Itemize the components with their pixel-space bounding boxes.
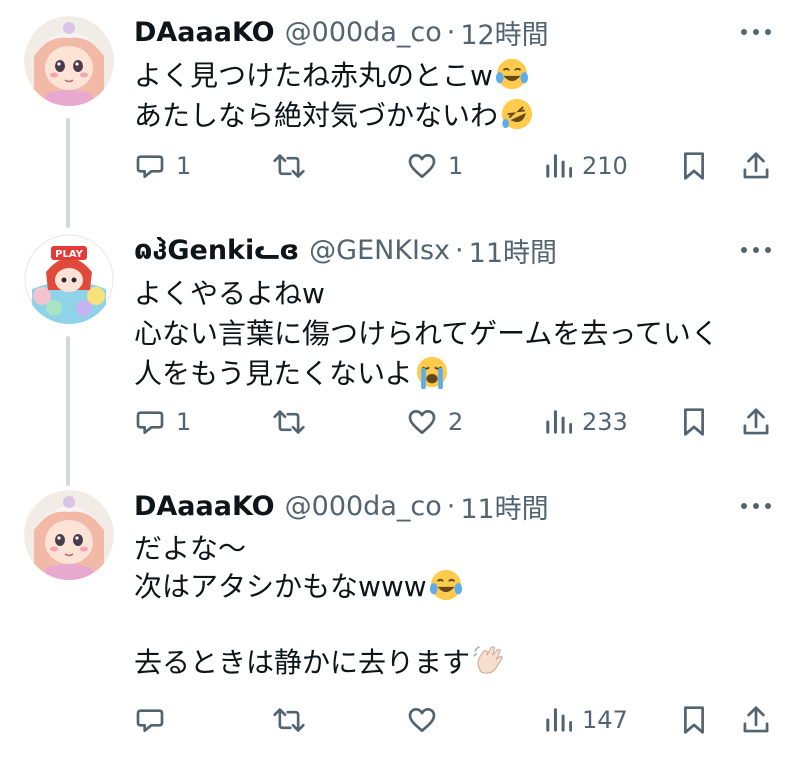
retweet-button[interactable] [272,146,316,186]
tweet-text-line [134,606,506,644]
text-line: 去るときは静かに去ります [134,646,471,679]
avatar[interactable] [24,16,114,106]
tweet-text: だよな〜次はアタシかもなwww 去るときは静かに去ります [134,530,506,682]
reply-button[interactable]: 1 [134,402,191,442]
tears-of-joy-emoji [495,58,528,90]
text-line: あたしなら絶対気づかないわ [134,99,499,132]
tweet-text-line: 心ない言葉に傷つけられてゲームを去っていく [134,314,719,354]
tweet-header: DAaaaKO @000da_co · 12時間 [134,12,549,52]
more-icon[interactable] [736,22,776,42]
tweet-actions: 147 [0,700,800,740]
tweet-text-line: あたしなら絶対気づかないわ [134,96,534,136]
avatar[interactable]: PLAY [24,234,114,324]
like-button[interactable]: 1 [406,146,463,186]
tweet-header: ɷჰGenkiᓚɞ @GENKIsx · 11時間 [134,230,557,270]
tweet-actions: 1 1 210 [0,146,800,186]
display-name[interactable]: DAaaaKO [134,491,275,522]
share-icon [743,408,769,435]
tweet-text-line: よく見つけたね赤丸のとこw [134,56,534,96]
retweet-button[interactable] [272,700,316,740]
share-button[interactable] [741,402,771,442]
tweet-text-line: 去るときは静かに去ります [134,644,506,682]
timestamp[interactable]: 12時間 [460,13,548,52]
bookmark-icon [684,706,704,734]
views-count: 147 [582,706,628,734]
display-name[interactable]: ɷჰGenkiᓚɞ [134,235,299,266]
like-count: 1 [448,152,464,180]
separator-dot: · [446,490,456,522]
waving-hand-emoji [473,646,503,674]
reply-thread: DAaaaKO @000da_co · 12時間 よく見つけたね赤丸のとこw あた… [0,0,800,769]
share-button[interactable] [741,146,771,186]
rolling-on-floor-laughing-emoji [501,98,533,130]
tweet-text-line: 次はアタシかもなwww [134,568,506,606]
user-handle[interactable]: @GENKIsx [309,235,450,266]
tears-of-joy-emoji [429,569,462,601]
user-handle[interactable]: @000da_co [285,17,442,48]
tweet-header: DAaaaKO @000da_co · 11時間 [134,486,549,526]
text-line: よくやるよねw [134,277,325,310]
retweet-icon [273,708,305,732]
display-name[interactable]: DAaaaKO [134,17,275,48]
views-icon [546,154,572,178]
reply-icon [136,411,164,434]
views-count: 210 [582,152,628,180]
like-icon [408,708,436,732]
user-handle[interactable]: @000da_co [285,491,442,522]
timestamp[interactable]: 11時間 [469,231,557,270]
retweet-icon [273,154,305,178]
like-icon [408,410,436,434]
views-icon [546,708,572,732]
like-icon [408,154,436,178]
reply-count: 1 [176,408,192,436]
text-line: よく見つけたね赤丸のとこw [134,59,493,92]
tweet-text-line: だよな〜 [134,530,506,568]
tweet[interactable]: DAaaaKO @000da_co · 11時間 だよな〜次はアタシかもなwww… [0,486,800,756]
views-button[interactable]: 210 [544,146,628,186]
more-icon[interactable] [736,240,776,260]
reply-icon [136,155,164,178]
tweet[interactable]: DAaaaKO @000da_co · 12時間 よく見つけたね赤丸のとこw あた… [0,12,800,202]
tweet-text: よく見つけたね赤丸のとこw あたしなら絶対気づかないわ [134,56,534,136]
views-button[interactable]: 233 [544,402,628,442]
views-button[interactable]: 147 [544,700,628,740]
text-line: 人をもう見たくないよ [134,357,413,390]
bookmark-icon [684,408,704,436]
reply-button[interactable] [134,700,176,740]
tweet-text-line: よくやるよねw [134,274,719,314]
more-icon[interactable] [736,496,776,516]
bookmark-icon [684,152,704,180]
reply-button[interactable]: 1 [134,146,191,186]
like-button[interactable] [406,700,448,740]
retweet-button[interactable] [272,402,316,442]
like-count: 2 [448,408,464,436]
bookmark-button[interactable] [680,402,708,442]
bookmark-button[interactable] [680,146,708,186]
bookmark-button[interactable] [680,700,708,740]
retweet-icon [273,410,305,434]
views-icon [546,410,572,434]
share-icon [743,152,769,179]
views-count: 233 [582,408,628,436]
text-line: 次はアタシかもなwww [134,570,427,603]
reply-count: 1 [176,152,192,180]
tweet[interactable]: PLAY ɷჰGenkiᓚɞ @GENKIsx · 11時間 よくやるよねw 心な… [0,230,800,450]
avatar[interactable] [24,490,114,580]
share-icon [743,706,769,733]
share-button[interactable] [741,700,771,740]
avatar-badge-text: PLAY [55,249,83,260]
text-line: 心ない言葉に傷つけられてゲームを去っていく [134,317,719,350]
loudly-crying-emoji [416,356,447,389]
tweet-text: よくやるよねw 心ない言葉に傷つけられてゲームを去っていく 人をもう見たくないよ [134,274,719,394]
tweet-actions: 1 2 233 [0,402,800,442]
tweet-text-line: 人をもう見たくないよ [134,354,719,394]
text-line: だよな〜 [134,532,247,565]
reply-icon [136,709,164,732]
timestamp[interactable]: 11時間 [460,487,548,526]
like-button[interactable]: 2 [406,402,463,442]
separator-dot: · [446,16,456,48]
separator-dot: · [455,234,464,266]
